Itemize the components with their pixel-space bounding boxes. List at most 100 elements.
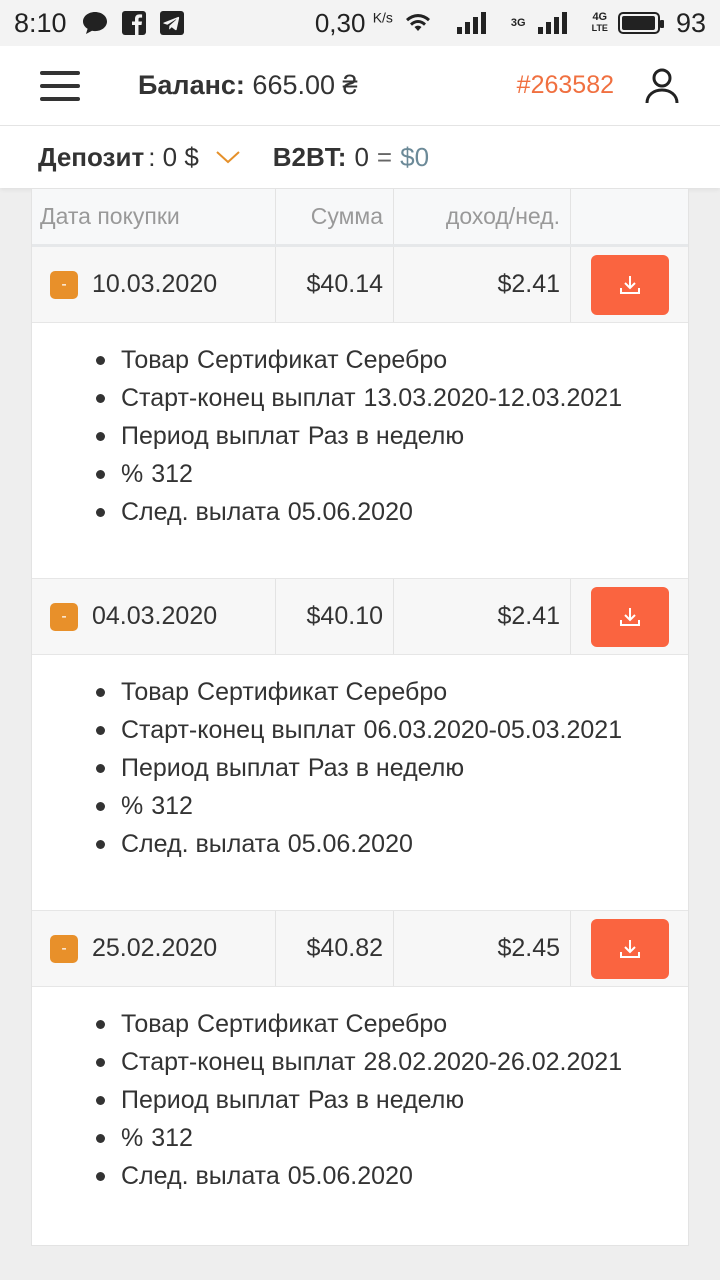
network-lte: LTE xyxy=(591,23,608,33)
download-icon xyxy=(619,939,640,958)
b2bt-usd: $0 xyxy=(400,141,430,172)
detail-item: % 312 xyxy=(96,455,688,493)
header-actions xyxy=(571,189,688,244)
equals-sign: = xyxy=(376,141,393,172)
detail-label: % xyxy=(121,792,144,820)
row-details: Товар Сертификат Серебро Старт-конец выпл… xyxy=(32,323,688,579)
detail-label: Старт-конец выплат xyxy=(121,1048,356,1076)
header-amount[interactable]: Сумма xyxy=(276,189,394,244)
detail-value: Раз в неделю xyxy=(307,1086,465,1114)
row-date-cell: - 25.02.2020 xyxy=(32,911,276,986)
detail-label: % xyxy=(121,1124,144,1152)
detail-label: След. вылата xyxy=(121,498,280,526)
deposit-value: : 0 $ xyxy=(148,141,199,172)
network-speed: 0,30 K/s xyxy=(315,8,393,39)
detail-value: 05.06.2020 xyxy=(287,1162,413,1190)
download-icon xyxy=(619,275,640,294)
app-header: Баланс: 665.00 ₴ #263582 xyxy=(0,46,720,126)
account-id[interactable]: #263582 xyxy=(517,71,614,100)
chat-icon xyxy=(81,10,109,36)
collapse-toggle[interactable]: - xyxy=(50,270,78,299)
detail-item: Старт-конец выплат 28.02.2020-26.02.2021 xyxy=(96,1043,688,1081)
detail-value: Раз в неделю xyxy=(307,754,465,782)
detail-item: Старт-конец выплат 06.03.2020-05.03.2021 xyxy=(96,711,688,749)
table-header: Дата покупки Сумма доход/нед. xyxy=(32,189,688,247)
deposit-label: Депозит xyxy=(38,141,145,172)
signal-icon-1 xyxy=(455,11,489,35)
detail-item: Период выплат Раз в неделю xyxy=(96,749,688,787)
balance-label: Баланс: xyxy=(138,70,245,100)
table-row: - 10.03.2020 $40.14 $2.41 xyxy=(32,247,688,323)
detail-value: Сертификат Серебро xyxy=(197,1010,448,1038)
network-4g: 4G xyxy=(592,11,608,23)
detail-value: 312 xyxy=(151,1124,193,1152)
detail-label: Старт-конец выплат xyxy=(121,384,356,412)
row-date-cell: - 10.03.2020 xyxy=(32,247,276,322)
chevron-down-icon[interactable] xyxy=(215,149,241,165)
header-date[interactable]: Дата покупки xyxy=(32,189,276,244)
row-date: 10.03.2020 xyxy=(92,270,218,298)
detail-item: % 312 xyxy=(96,1119,688,1157)
detail-value: 28.02.2020-26.02.2021 xyxy=(363,1048,623,1076)
collapse-toggle[interactable]: - xyxy=(50,602,78,631)
purchases-table: Дата покупки Сумма доход/нед. - 10.03.20… xyxy=(31,188,689,1246)
row-income: $2.41 xyxy=(394,247,571,322)
detail-value: 13.03.2020-12.03.2021 xyxy=(363,384,623,412)
facebook-icon xyxy=(121,10,147,36)
detail-item: Товар Сертификат Серебро xyxy=(96,341,688,379)
detail-item: Товар Сертификат Серебро xyxy=(96,1005,688,1043)
deposit-bar: Депозит : 0 $ B2BT: 0 = $0 xyxy=(0,126,720,188)
detail-item: След. вылата 05.06.2020 xyxy=(96,825,688,863)
download-button[interactable] xyxy=(590,586,669,647)
detail-item: Товар Сертификат Серебро xyxy=(96,673,688,711)
hamburger-icon[interactable] xyxy=(40,70,80,101)
telegram-icon xyxy=(159,10,185,36)
detail-item: % 312 xyxy=(96,787,688,825)
detail-label: Старт-конец выплат xyxy=(121,716,356,744)
row-actions xyxy=(571,247,688,322)
row-amount: $40.14 xyxy=(276,247,394,322)
detail-value: 05.06.2020 xyxy=(287,830,413,858)
row-date-cell: - 04.03.2020 xyxy=(32,579,276,654)
detail-value: 05.06.2020 xyxy=(287,498,413,526)
detail-value: 312 xyxy=(151,792,193,820)
row-details: Товар Сертификат Серебро Старт-конец выпл… xyxy=(32,987,688,1242)
network-3g: 3G xyxy=(510,16,526,29)
detail-label: След. вылата xyxy=(121,1162,280,1190)
row-date: 04.03.2020 xyxy=(92,602,218,630)
detail-value: 312 xyxy=(151,460,193,488)
row-income: $2.45 xyxy=(394,911,571,986)
battery-level: 93 xyxy=(675,7,706,38)
detail-label: % xyxy=(121,460,144,488)
collapse-toggle[interactable]: - xyxy=(50,934,78,963)
detail-value: 06.03.2020-05.03.2021 xyxy=(363,716,623,744)
row-details: Товар Сертификат Серебро Старт-конец выпл… xyxy=(32,655,688,911)
user-icon[interactable] xyxy=(644,67,680,105)
battery-icon xyxy=(617,12,664,34)
network-speed-unit: K/s xyxy=(372,8,393,25)
row-amount: $40.10 xyxy=(276,579,394,654)
detail-item: Период выплат Раз в неделю xyxy=(96,417,688,455)
row-amount: $40.82 xyxy=(276,911,394,986)
table-row: - 04.03.2020 $40.10 $2.41 xyxy=(32,579,688,655)
download-button[interactable] xyxy=(590,254,669,315)
header-income[interactable]: доход/нед. xyxy=(394,189,571,244)
b2bt-value: 0 xyxy=(354,141,369,172)
detail-label: Товар xyxy=(121,1010,190,1038)
wifi-icon xyxy=(403,11,433,35)
detail-value: Сертификат Серебро xyxy=(197,678,448,706)
detail-label: Период выплат xyxy=(121,1086,300,1114)
detail-label: Период выплат xyxy=(121,754,300,782)
row-actions xyxy=(571,579,688,654)
b2bt-label: B2BT: xyxy=(272,141,347,172)
detail-label: Период выплат xyxy=(121,422,300,450)
row-income: $2.41 xyxy=(394,579,571,654)
detail-value: Раз в неделю xyxy=(307,422,465,450)
status-bar: 8:10 0,30 K/s 3G 4G LTE 93 xyxy=(0,0,720,46)
network-4g-lte: 4G LTE xyxy=(592,12,608,34)
download-icon xyxy=(619,607,640,626)
detail-item: След. вылата 05.06.2020 xyxy=(96,1157,688,1195)
detail-item: След. вылата 05.06.2020 xyxy=(96,493,688,531)
download-button[interactable] xyxy=(590,918,669,979)
detail-value: Сертификат Серебро xyxy=(197,346,448,374)
